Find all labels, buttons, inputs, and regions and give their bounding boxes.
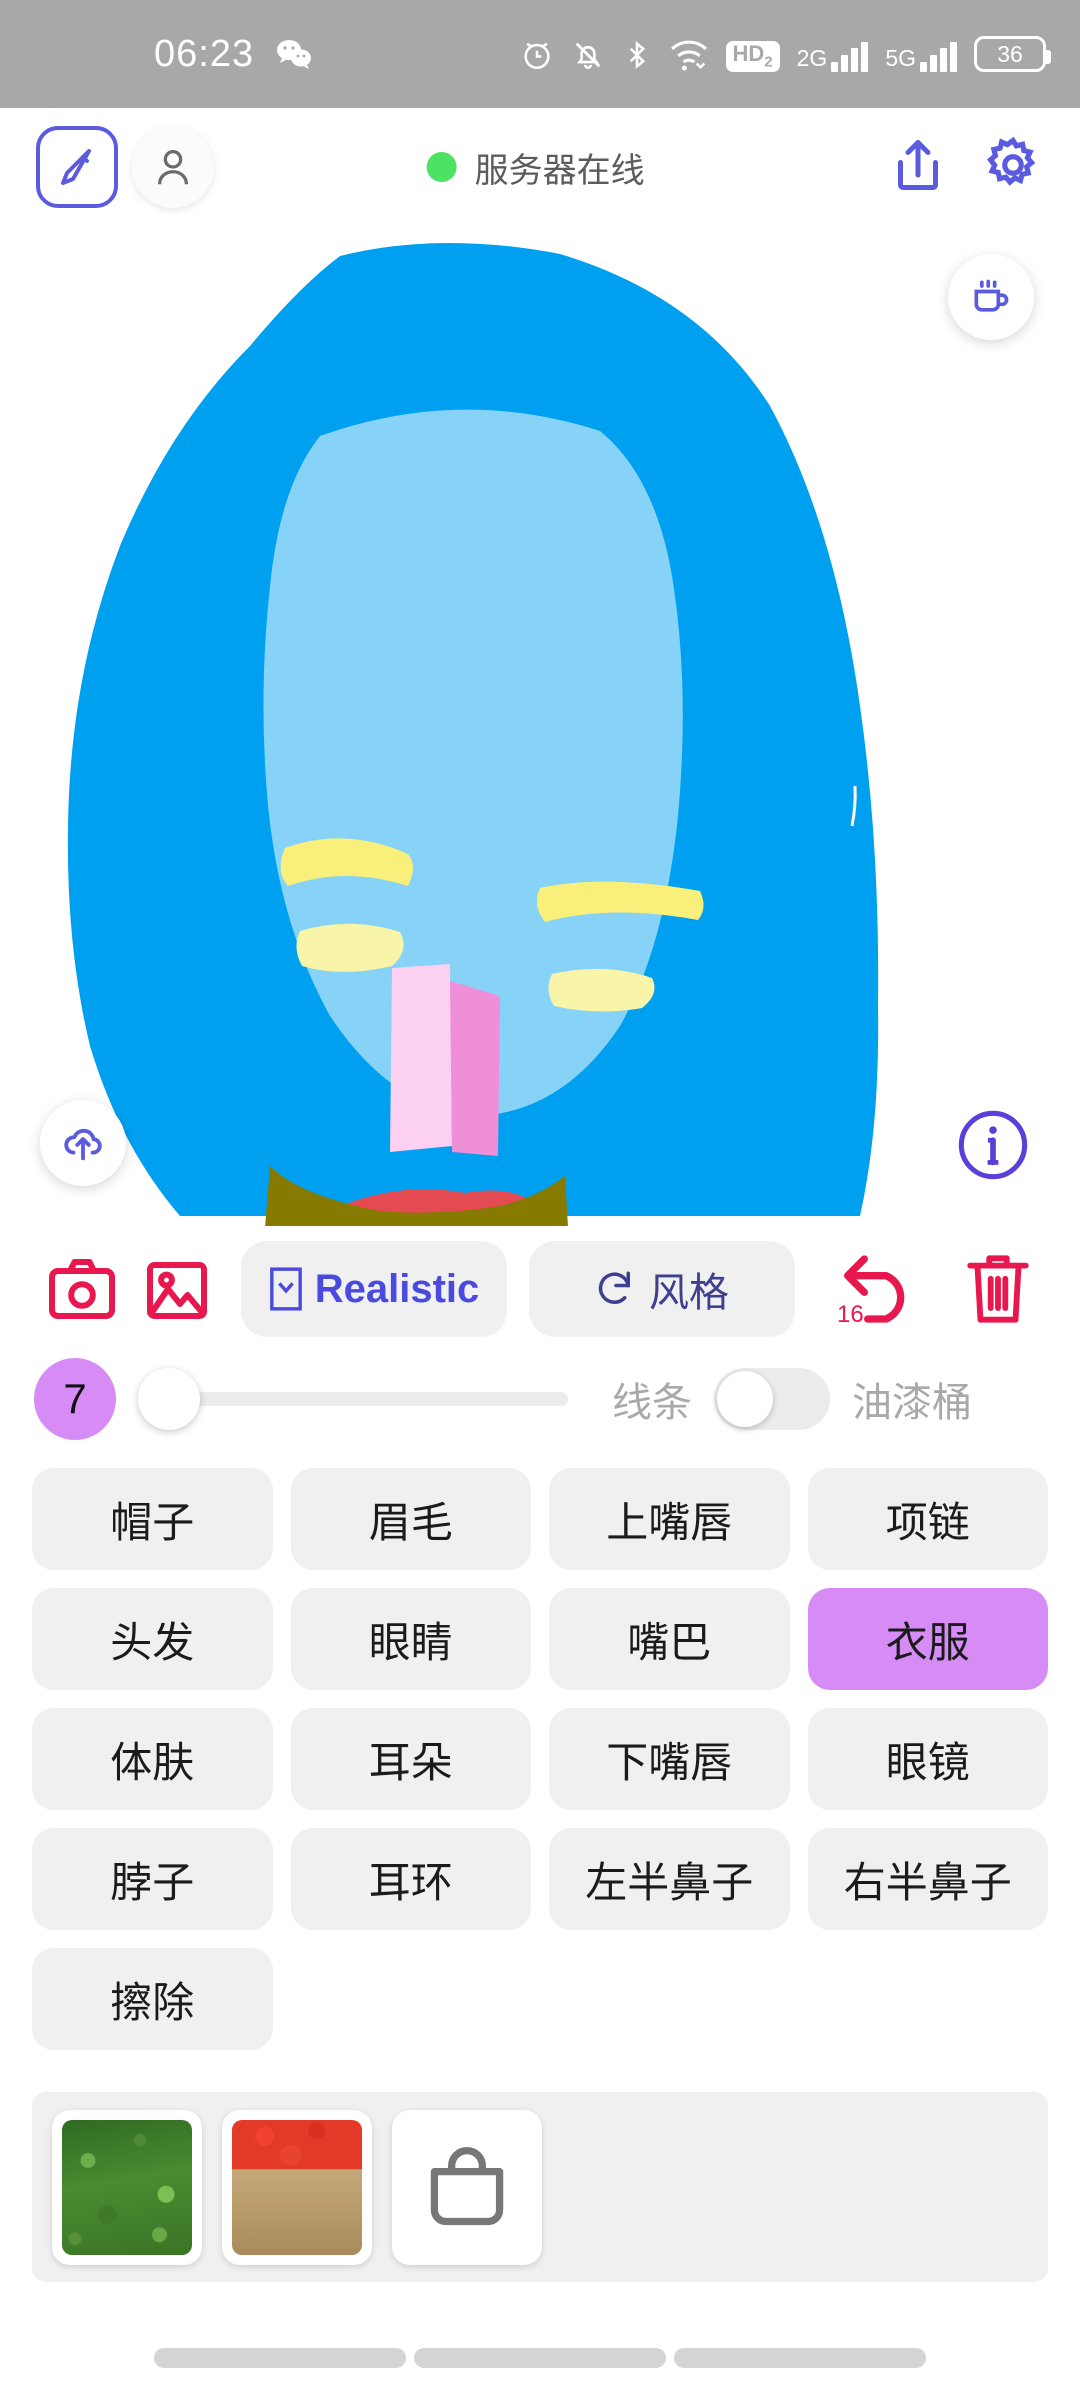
signal-2g-indicator: 2G [797, 42, 869, 72]
part-chip-ear[interactable]: 耳朵 [290, 1708, 531, 1810]
texture-swatch-green[interactable] [52, 2109, 202, 2265]
realistic-label: Realistic [314, 1266, 480, 1311]
slider-track [138, 1392, 568, 1406]
nav-segment-home[interactable] [414, 2348, 666, 2368]
cloud-upload-button[interactable] [40, 1100, 126, 1186]
undo-count-label: 16 [837, 1301, 864, 1328]
part-chip-hat[interactable]: 帽子 [32, 1468, 273, 1570]
part-chip-clothes[interactable]: 衣服 [807, 1588, 1048, 1690]
camera-button[interactable] [34, 1241, 130, 1337]
part-chip-glasses[interactable]: 眼镜 [807, 1708, 1048, 1810]
texture-swatch-red[interactable] [222, 2109, 372, 2265]
coffee-cup-icon [974, 279, 1009, 312]
part-chip-neck[interactable]: 脖子 [32, 1828, 273, 1930]
brush-tool-button[interactable] [36, 126, 118, 208]
lines-label: 线条 [612, 1381, 692, 1425]
status-time: 06:23 [154, 32, 255, 75]
cloud-upload-icon [64, 1128, 102, 1161]
part-chip-necklace[interactable]: 项链 [807, 1468, 1048, 1570]
app-screen: 06:23 HD2 2G 5G 36 服务器在线 Realistic 风格 16… [0, 0, 1080, 2400]
nav-segment-recents[interactable] [674, 2348, 926, 2368]
part-chip-lower-lip[interactable]: 下嘴唇 [549, 1708, 790, 1810]
coffee-button[interactable] [948, 254, 1034, 340]
status-bar-left: 06:23 [154, 33, 312, 76]
battery-indicator: 36 [974, 36, 1051, 72]
face-segmentation-drawing [67, 242, 879, 1226]
system-nav-bar [0, 2298, 1080, 2400]
brush-icon [61, 149, 91, 185]
user-avatar-icon [157, 150, 189, 185]
realistic-mode-button[interactable]: Realistic [241, 1241, 507, 1337]
slider-thumb[interactable] [138, 1368, 200, 1430]
red-autumn-texture [232, 2119, 362, 2255]
gear-icon [986, 136, 1036, 186]
style-label: 风格 [649, 1271, 729, 1315]
wifi-icon [669, 38, 709, 72]
image-icon [147, 1262, 208, 1319]
gallery-button[interactable] [130, 1241, 226, 1337]
server-status-label: 服务器在线 [474, 151, 645, 190]
part-chip-eyebrow[interactable]: 眉毛 [290, 1468, 531, 1570]
undo-button[interactable]: 16 [831, 1241, 930, 1337]
toggle-knob [717, 1371, 773, 1427]
status-online-dot [426, 152, 457, 182]
brush-controls-row: 7 线条 油漆桶 [0, 1346, 1080, 1456]
editor-toolbar: Realistic 风格 16 [0, 1226, 1080, 1346]
drawing-canvas[interactable] [0, 226, 1080, 1226]
app-header-actions [888, 134, 1044, 201]
part-chip-right-nose[interactable]: 右半鼻子 [807, 1828, 1048, 1930]
app-header: 服务器在线 [0, 108, 1080, 226]
part-chip-earring[interactable]: 耳环 [290, 1828, 531, 1930]
nav-segment-back[interactable] [154, 2348, 406, 2368]
fill-mode-toggle[interactable] [714, 1368, 830, 1430]
part-chip-left-nose[interactable]: 左半鼻子 [549, 1828, 790, 1930]
trash-icon [967, 1255, 1029, 1323]
hd-voice-badge: HD2 [725, 40, 780, 72]
part-chip-upper-lip[interactable]: 上嘴唇 [549, 1468, 790, 1570]
bell-muted-icon [571, 38, 605, 72]
paint-bucket-label: 油漆桶 [852, 1381, 972, 1425]
share-upload-icon [898, 139, 938, 190]
camera-icon [48, 1259, 115, 1319]
signal-5g-indicator: 5G [885, 42, 957, 72]
part-chip-hair[interactable]: 头发 [32, 1588, 273, 1690]
info-button[interactable] [950, 1102, 1036, 1188]
texture-tray [32, 2092, 1048, 2282]
shop-button[interactable] [392, 2109, 542, 2265]
part-chip-eyes[interactable]: 眼睛 [290, 1588, 531, 1690]
server-status: 服务器在线 [426, 143, 645, 192]
status-bar-right: HD2 2G 5G 36 [520, 36, 1051, 72]
face-part-grid: 帽子 眉毛 上嘴唇 项链 头发 眼睛 嘴巴 衣服 体肤 耳朵 下嘴唇 眼镜 脖子… [0, 1456, 1080, 2050]
brush-size-badge[interactable]: 7 [34, 1358, 116, 1440]
shopping-bag-icon [430, 2147, 504, 2226]
settings-button[interactable] [982, 134, 1044, 201]
part-chip-erase[interactable]: 擦除 [32, 1948, 273, 2050]
part-chip-skin[interactable]: 体肤 [32, 1708, 273, 1810]
refresh-icon [598, 1271, 630, 1304]
wechat-icon [276, 38, 312, 70]
part-chip-mouth[interactable]: 嘴巴 [549, 1588, 790, 1690]
dropdown-box-icon [269, 1267, 302, 1311]
share-button[interactable] [888, 134, 948, 201]
avatar[interactable] [132, 126, 214, 208]
bluetooth-icon [622, 38, 652, 72]
info-icon [958, 1110, 1028, 1180]
status-bar: 06:23 HD2 2G 5G 36 [0, 0, 1080, 108]
delete-button[interactable] [950, 1241, 1046, 1337]
style-button[interactable]: 风格 [529, 1241, 795, 1337]
green-foliage-texture [62, 2119, 192, 2255]
alarm-icon [520, 38, 554, 72]
brush-size-slider[interactable] [138, 1358, 568, 1440]
